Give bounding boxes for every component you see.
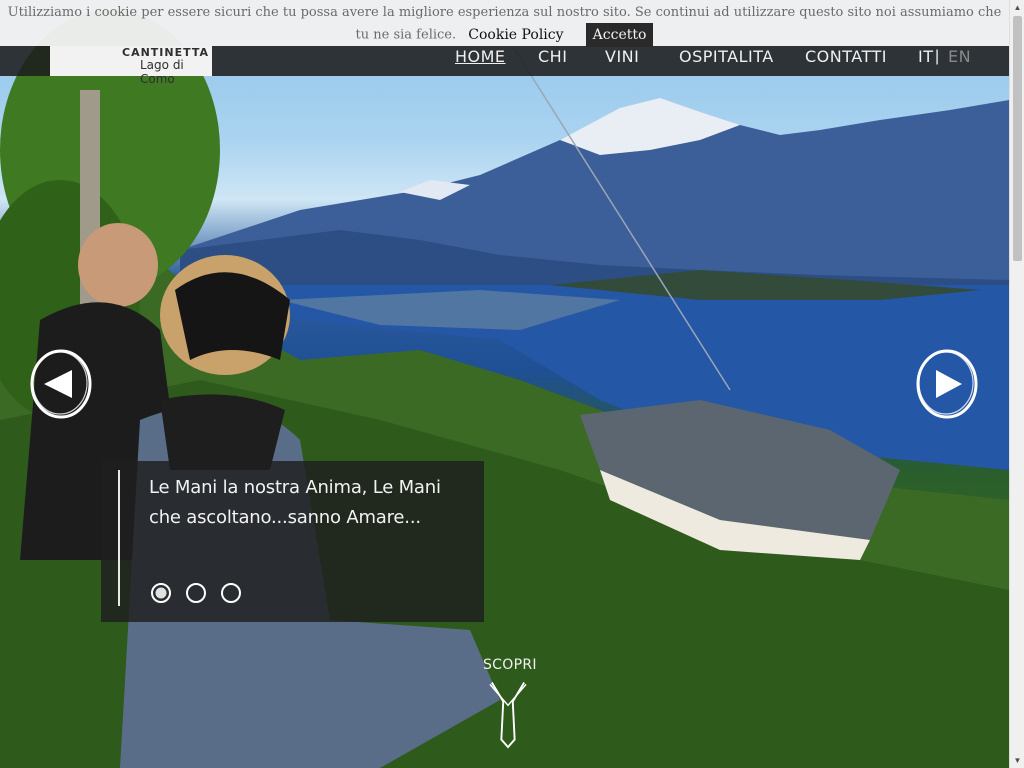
hero-slide (0, 0, 1009, 768)
cookie-accept-button[interactable]: Accetto (585, 23, 654, 47)
scroll-down-icon[interactable]: ▼ (1010, 753, 1024, 768)
caption-divider (118, 470, 120, 606)
arrow-left-circle-icon[interactable] (28, 348, 92, 420)
arrow-down-icon (489, 682, 527, 749)
scroll-thumb[interactable] (1013, 16, 1022, 261)
nav-chi[interactable]: CHI (538, 46, 567, 76)
arrow-right-circle-icon[interactable] (914, 348, 978, 420)
lang-it[interactable]: IT (918, 46, 934, 76)
nav-home[interactable]: HOME (455, 46, 506, 76)
logo-subtitle: Lago di Como (140, 58, 184, 86)
nav-vini[interactable]: VINI (605, 46, 639, 76)
slide-caption: Le Mani la nostra Anima, Le Mani che asc… (149, 477, 441, 528)
nav-contatti[interactable]: CONTATTI (805, 46, 887, 76)
hero-landscape (0, 10, 1009, 768)
page-scrollbar[interactable]: ▲ ▼ (1009, 0, 1024, 768)
cookie-policy-link[interactable]: Cookie Policy (468, 27, 563, 43)
lang-separator: | (935, 48, 940, 65)
site-logo[interactable]: CANTINETTA Lago di Como (50, 46, 212, 86)
cookie-banner: Utilizziamo i cookie per essere sicuri c… (0, 0, 1009, 47)
lang-en[interactable]: EN (948, 46, 971, 76)
slide-dot-3[interactable] (219, 581, 243, 605)
slide-caption-box: Le Mani la nostra Anima, Le Mani che asc… (101, 461, 484, 622)
slide-dot-2[interactable] (184, 581, 208, 605)
scroll-up-icon[interactable]: ▲ (1010, 0, 1024, 15)
slide-dot-1[interactable] (149, 581, 173, 605)
scopri-button[interactable]: SCOPRI (483, 657, 537, 757)
scopri-label: SCOPRI (483, 657, 537, 673)
nav-ospitalita[interactable]: OSPITALITA (679, 46, 774, 76)
